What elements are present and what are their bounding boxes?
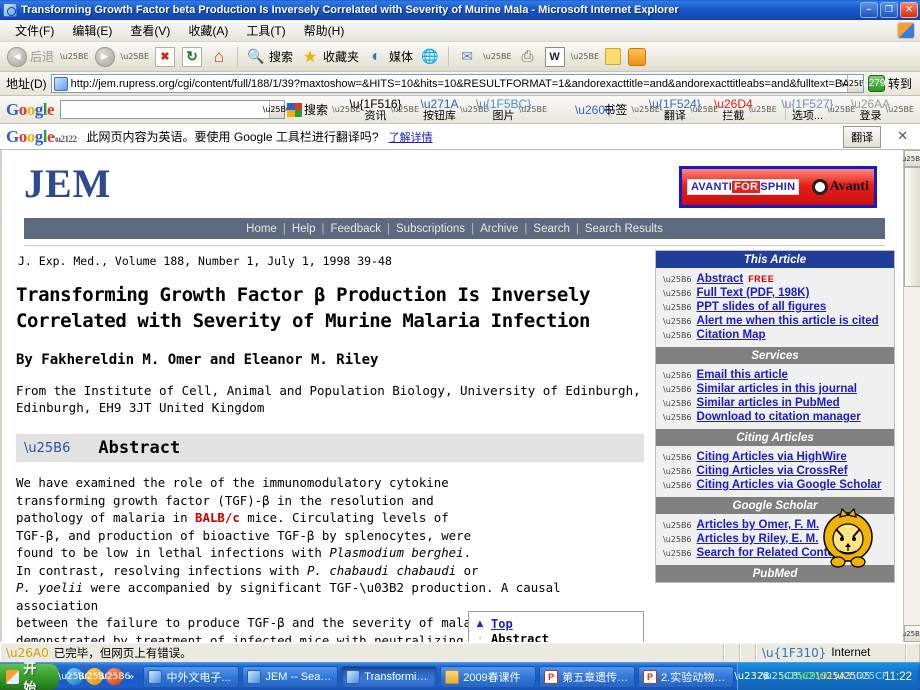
banner-sphin-text: SPHIN	[760, 181, 796, 193]
banner-avanti-text: AVANTI	[691, 181, 733, 193]
sidebar-item-similar-journal[interactable]: \u25B6 Similar articles in this journal	[656, 382, 894, 396]
chevron-right-icon-11: \u25B6	[663, 466, 692, 476]
sidebar-item-citing-scholar[interactable]: \u25B6 Citing Articles via Google Schola…	[656, 478, 894, 492]
sidebar-header-citing-articles: Citing Articles	[656, 429, 894, 446]
chevron-right-icon-8: \u25B6	[663, 398, 692, 408]
expand-triangle-icon[interactable]: \u25B6	[24, 441, 70, 456]
sidebar-header-services: Services	[656, 347, 894, 364]
chevron-right-icon-10: \u25B6	[663, 452, 692, 462]
sidebar-header-this-article: This Article	[656, 251, 894, 268]
play-icon	[628, 47, 647, 66]
abstract-line-6: In contrast, resolving infections with P…	[16, 562, 479, 578]
sidebar-list-this-article: \u25B6 Abstract FREE \u25B6 Full Text (P…	[656, 268, 894, 347]
sidebar-link-citing-highwire[interactable]: Citing Articles via HighWire	[697, 451, 847, 463]
nav-search[interactable]: Search	[528, 223, 574, 235]
chevron-right-icon-1: \u25B6	[663, 274, 692, 284]
ie-window: Transforming Growth Factor beta Producti…	[0, 0, 920, 690]
nav-search-results[interactable]: Search Results	[580, 223, 668, 235]
banner-brand-text: Avanti	[829, 179, 869, 194]
journal-header: JEM AVANTI FOR SPHIN Avanti	[16, 150, 893, 208]
up-triangle-icon: ▲	[476, 618, 484, 629]
nav-feedback[interactable]: Feedback	[326, 223, 387, 235]
sidebar-item-download-citation[interactable]: \u25B6 Download to citation manager	[656, 410, 894, 424]
sidebar-item-citing-crossref[interactable]: \u25B6 Citing Articles via CrossRef	[656, 464, 894, 478]
site-nav-bar: Home | Help | Feedback | Subscriptions | Arc…	[24, 218, 885, 239]
abstract-line-1: We have examined the role of the immunom…	[16, 475, 449, 490]
sidebar-item-ppt-slides[interactable]: \u25B6 PPT slides of all figures	[656, 300, 894, 314]
sidebar-link-ppt-slides[interactable]: PPT slides of all figures	[697, 301, 827, 313]
avanti-ring-icon	[811, 179, 828, 195]
messenger-button[interactable]	[625, 47, 649, 67]
bullet-icon: ·	[478, 633, 482, 643]
chevron-right-icon-12: \u25B6	[663, 480, 692, 490]
nav-archive[interactable]: Archive	[475, 223, 523, 235]
sidebar-list-citing-articles: \u25B6 Citing Articles via HighWire \u25…	[656, 446, 894, 497]
scroll-down-button[interactable]: \u25BC	[899, 625, 920, 642]
abstract-heading: Abstract	[98, 438, 181, 458]
floatnav-link-top[interactable]: Top	[491, 617, 513, 631]
chevron-right-icon-14: \u25B6	[663, 534, 692, 544]
sidebar-item-full-text[interactable]: \u25B6 Full Text (PDF, 198K)	[656, 286, 894, 300]
floatnav-label-abstract: Abstract	[491, 631, 549, 643]
abstract-section-header[interactable]: \u25B6 Abstract	[16, 434, 644, 462]
banner-left-text: AVANTI FOR SPHIN	[687, 179, 800, 195]
sidebar-link-articles-riley[interactable]: Articles by Riley, E. M.	[697, 533, 819, 545]
chevron-right-icon-2: \u25B6	[663, 288, 692, 298]
sidebar-item-citation-map[interactable]: \u25B6 Citation Map	[656, 328, 894, 342]
jem-logo[interactable]: JEM	[16, 162, 111, 206]
sidebar-link-similar-journal[interactable]: Similar articles in this journal	[697, 383, 857, 395]
sidebar-item-citing-highwire[interactable]: \u25B6 Citing Articles via HighWire	[656, 450, 894, 464]
sidebar-item-abstract[interactable]: \u25B6 Abstract FREE	[656, 272, 894, 286]
nav-help[interactable]: Help	[287, 223, 321, 235]
browser-toolbar: 后退 \u25BE \u25BE 搜索 收藏夹 媒体 \u25BE \u25BE	[0, 42, 920, 72]
sidebar-item-similar-pubmed[interactable]: \u25B6 Similar articles in PubMed	[656, 396, 894, 410]
sidebar-item-email-article[interactable]: \u25B6 Email this article	[656, 368, 894, 382]
sidebar-link-citing-crossref[interactable]: Citing Articles via CrossRef	[697, 465, 848, 477]
balbc-highlight: BALB/c	[195, 510, 240, 525]
sidebar-list-google-scholar: \u25B6 Articles by Omer, F. M. \u25B6 Ar…	[656, 507, 894, 568]
page-viewport: JEM AVANTI FOR SPHIN Avanti Home | Help |	[0, 150, 920, 642]
chevron-right-icon-9: \u25B6	[663, 412, 692, 422]
banner-brand: Avanti	[811, 179, 869, 195]
article-section-nav: ▲ Top · Abstract ▼ Introduction ▼ Materi…	[468, 611, 644, 642]
abstract-line-4: TGF-β, and production of bioactive TGF-β…	[16, 527, 472, 543]
sidebar-link-email-article[interactable]: Email this article	[697, 369, 788, 381]
sidebar-link-similar-pubmed[interactable]: Similar articles in PubMed	[697, 397, 840, 409]
sidebar-link-citation-map[interactable]: Citation Map	[697, 329, 766, 341]
advertisement-banner[interactable]: AVANTI FOR SPHIN Avanti	[679, 166, 877, 208]
sidebar-link-citing-scholar[interactable]: Citing Articles via Google Scholar	[697, 479, 882, 491]
floatnav-row-abstract: · Abstract	[475, 631, 637, 643]
sidebar-link-alert-me[interactable]: Alert me when this article is cited	[697, 315, 879, 327]
abstract-line-7: P. yoelii were accompanied by significan…	[16, 580, 561, 613]
sidebar-link-articles-omer[interactable]: Articles by Omer, F. M.	[697, 519, 820, 531]
chevron-right-icon-4: \u25B6	[663, 316, 692, 326]
scroll-up-button[interactable]: \u25B2	[900, 150, 920, 167]
sidebar-link-full-text[interactable]: Full Text (PDF, 198K)	[697, 287, 810, 299]
chevron-right-icon-15: \u25B6	[663, 548, 692, 558]
chevron-right-icon-6: \u25B6	[663, 370, 692, 380]
article-sidebar: This Article \u25B6 Abstract FREE \u25B6…	[655, 250, 895, 583]
scrollbar-thumb[interactable]	[903, 167, 920, 287]
scrollbar-track[interactable]	[903, 167, 920, 625]
abstract-line-2: transforming growth factor (TGF)-β in th…	[16, 492, 434, 508]
chevron-right-icon-13: \u25B6	[663, 520, 692, 530]
web-page-content: JEM AVANTI FOR SPHIN Avanti Home | Help |	[0, 150, 903, 642]
chevron-right-icon-3: \u25B6	[663, 302, 692, 312]
floatnav-row-top[interactable]: ▲ Top	[475, 616, 637, 631]
sidebar-link-download-citation[interactable]: Download to citation manager	[697, 411, 861, 423]
chevron-right-icon-7: \u25B6	[663, 384, 692, 394]
abstract-line-3: pathology of malaria in BALB/c mice. Cir…	[16, 510, 449, 525]
banner-for-text: FOR	[732, 181, 761, 193]
chevron-right-icon-5: \u25B6	[663, 330, 692, 340]
nav-subscriptions[interactable]: Subscriptions	[391, 223, 470, 235]
sidebar-list-services: \u25B6 Email this article \u25B6 Similar…	[656, 364, 894, 429]
sidebar-item-alert-me[interactable]: \u25B6 Alert me when this article is cit…	[656, 314, 894, 328]
page-scrollbar[interactable]: \u25B2 \u25BC	[899, 150, 920, 642]
free-badge: FREE	[748, 274, 775, 284]
header-divider	[24, 245, 885, 246]
abstract-line-5: found to be low in lethal infections wit…	[16, 545, 472, 560]
nav-home[interactable]: Home	[241, 223, 282, 235]
lion-mascot-icon	[823, 507, 873, 568]
sidebar-link-abstract[interactable]: Abstract	[697, 273, 744, 285]
